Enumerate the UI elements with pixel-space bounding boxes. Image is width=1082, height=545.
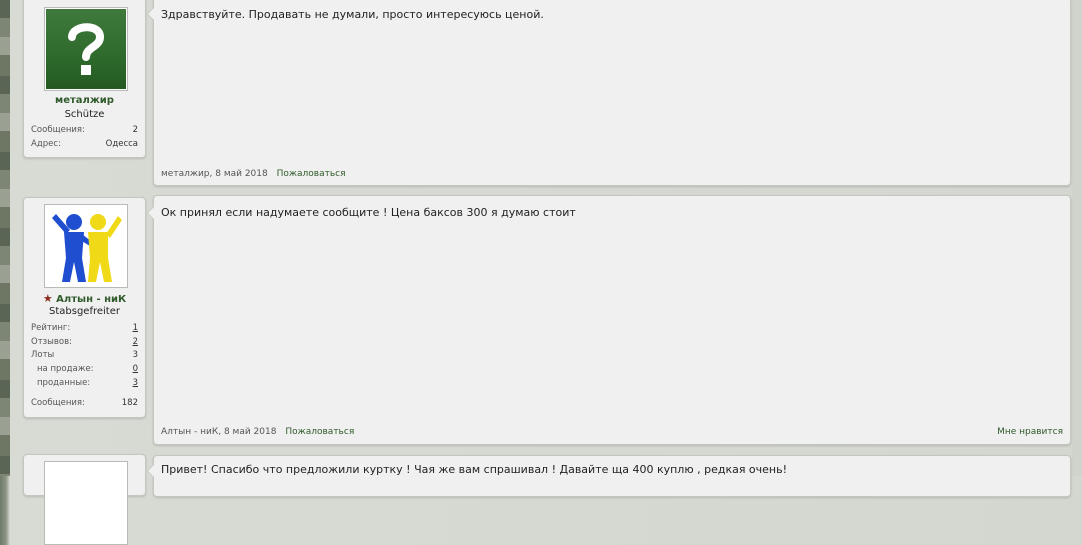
stat-label: Сообщения: bbox=[31, 398, 85, 408]
question-mark-icon bbox=[46, 9, 126, 89]
message-text: Здравствуйте. Продавать не думали, прост… bbox=[161, 8, 544, 21]
stat-label: Адрес: bbox=[31, 139, 61, 149]
avatar[interactable] bbox=[44, 461, 128, 545]
user-info-panel: металжир Schütze Сообщения: 2 Адрес: Оде… bbox=[23, 0, 146, 158]
username[interactable]: ★ Алтын - ниК bbox=[24, 292, 145, 305]
avatar[interactable] bbox=[44, 7, 128, 91]
stat-value: 3 bbox=[132, 350, 138, 360]
message-box: Привет! Спасибо что предложили куртку ! … bbox=[147, 455, 1071, 497]
star-icon: ★ bbox=[42, 292, 53, 305]
stat-label: Отзывов: bbox=[31, 337, 72, 347]
stat-value: Одесса bbox=[105, 139, 138, 149]
stat-value: 2 bbox=[132, 125, 138, 135]
message-footer: металжир, 8 май 2018 Пожаловаться bbox=[161, 169, 346, 179]
stat-messages: Сообщения: 2 bbox=[31, 125, 138, 135]
stat-messages: Сообщения: 182 bbox=[31, 398, 138, 408]
background-texture bbox=[0, 0, 10, 476]
username-text[interactable]: Алтын - ниК bbox=[56, 294, 126, 305]
stat-value: 182 bbox=[121, 398, 138, 408]
post-meta[interactable]: Алтын - ниК, 8 май 2018 bbox=[161, 427, 276, 437]
user-info-panel bbox=[23, 454, 146, 545]
stat-rating: Рейтинг: 1 bbox=[31, 323, 138, 333]
scroll-gutter bbox=[1072, 0, 1082, 476]
stat-label: Рейтинг: bbox=[31, 323, 71, 333]
user-avatar-image bbox=[46, 206, 126, 286]
message-text: Ок принял если надумаете сообщите ! Цена… bbox=[161, 206, 576, 219]
report-link[interactable]: Пожаловаться bbox=[285, 427, 354, 437]
message-box: Здравствуйте. Продавать не думали, прост… bbox=[147, 0, 1071, 186]
stat-label: проданные: bbox=[37, 378, 91, 388]
speech-arrow bbox=[147, 7, 154, 21]
speech-arrow bbox=[147, 206, 154, 220]
user-title: Stabsgefreiter bbox=[49, 306, 120, 317]
stat-label: Лоты bbox=[31, 350, 55, 360]
user-info-panel: ★ Алтын - ниК Stabsgefreiter Рейтинг: 1 … bbox=[23, 197, 146, 418]
stat-lots: Лоты 3 bbox=[31, 350, 138, 360]
stat-address: Адрес: Одесса bbox=[31, 139, 138, 149]
report-link[interactable]: Пожаловаться bbox=[277, 169, 346, 179]
stat-label: Сообщения: bbox=[31, 125, 85, 135]
message-text: Привет! Спасибо что предложили куртку ! … bbox=[161, 463, 788, 476]
post-meta[interactable]: металжир, 8 май 2018 bbox=[161, 169, 268, 179]
stat-label: на продаже: bbox=[37, 364, 94, 374]
user-title: Schütze bbox=[64, 109, 105, 120]
stat-reviews: Отзывов: 2 bbox=[31, 337, 138, 347]
stat-value-link[interactable]: 1 bbox=[133, 323, 138, 333]
stat-value-link[interactable]: 0 bbox=[133, 364, 138, 374]
stat-value-link[interactable]: 3 bbox=[133, 378, 138, 388]
username[interactable]: металжир bbox=[24, 95, 145, 106]
message-box: Ок принял если надумаете сообщите ! Цена… bbox=[147, 195, 1071, 445]
stat-sold: проданные: 3 bbox=[31, 378, 138, 388]
stat-on-sale: на продаже: 0 bbox=[31, 364, 138, 374]
message-footer: Алтын - ниК, 8 май 2018 Пожаловаться bbox=[161, 427, 354, 437]
avatar[interactable] bbox=[44, 204, 128, 288]
stat-value-link[interactable]: 2 bbox=[133, 337, 138, 347]
like-link[interactable]: Мне нравится bbox=[997, 427, 1063, 437]
